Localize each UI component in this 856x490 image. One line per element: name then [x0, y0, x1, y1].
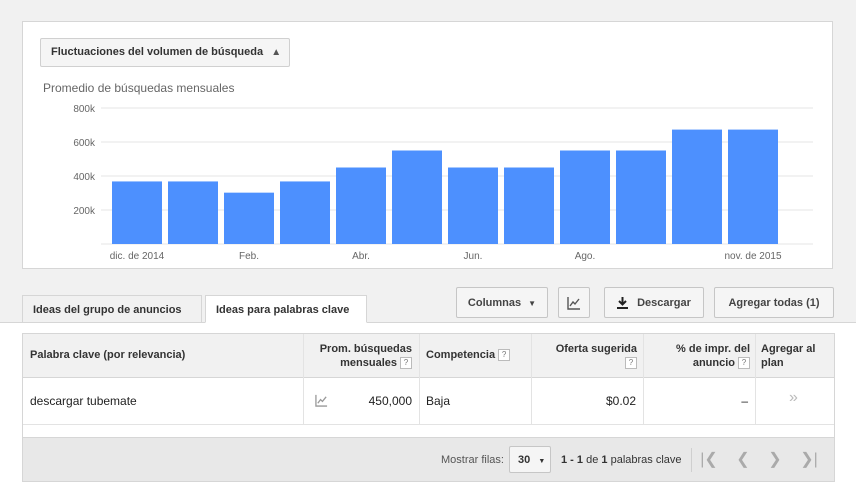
- bar-9[interactable]: [616, 150, 666, 245]
- chart-toggle-button[interactable]: [558, 287, 590, 318]
- help-icon[interactable]: ?: [400, 357, 412, 370]
- add-all-label: Agregar todas (1): [728, 297, 820, 309]
- rows-value: 30: [518, 454, 531, 466]
- header-ad-impr-share[interactable]: % de impr. del anuncio?: [676, 342, 750, 370]
- y-tick-label: 200k: [73, 206, 96, 217]
- range-of: de: [586, 454, 599, 466]
- y-tick-label: 800k: [73, 104, 96, 115]
- caret-down-icon: ▼: [528, 299, 537, 308]
- add-all-button[interactable]: Agregar todas (1): [714, 287, 834, 318]
- header-text: anuncio: [692, 357, 735, 369]
- header-text: Oferta sugerida: [555, 343, 637, 355]
- help-icon[interactable]: ?: [738, 357, 750, 370]
- columns-label: Columnas: [467, 297, 522, 309]
- x-tick-label: Abr.: [352, 251, 370, 262]
- tab-keyword-ideas[interactable]: Ideas para palabras clave: [205, 295, 367, 323]
- x-tick-label: dic. de 2014: [110, 251, 165, 262]
- bar-1[interactable]: [168, 181, 218, 244]
- header-text: Agregar al: [761, 343, 816, 355]
- header-text: % de impr. del: [676, 343, 750, 355]
- columns-button[interactable]: Columnas ▼: [456, 287, 548, 318]
- header-text: mensuales: [340, 357, 397, 369]
- chart-card: Fluctuaciones del volumen de búsqueda ▲ …: [22, 21, 833, 269]
- keyword-cell: descargar tubemate: [30, 394, 137, 408]
- table-header: Palabra clave (por relevancia) Prom. bús…: [23, 334, 834, 378]
- range-suffix: palabras clave: [610, 454, 682, 466]
- header-keyword[interactable]: Palabra clave (por relevancia): [30, 349, 185, 361]
- x-tick-label: Ago.: [575, 251, 596, 262]
- bar-10[interactable]: [672, 129, 722, 244]
- bar-7[interactable]: [504, 167, 554, 245]
- impr-share-cell: –: [741, 394, 748, 408]
- first-page-icon[interactable]: |❮: [695, 448, 723, 472]
- download-button[interactable]: Descargar: [604, 287, 704, 318]
- header-avg-searches[interactable]: Prom. búsquedas mensuales?: [320, 342, 412, 370]
- last-page-icon[interactable]: ❯|: [795, 448, 823, 472]
- tab-label: Ideas del grupo de anuncios: [33, 304, 182, 316]
- y-tick-label: 400k: [73, 172, 96, 183]
- header-text: Prom. búsquedas: [319, 343, 412, 355]
- search-volume-chart: 200k 400k 600k 800k dic. de 2014 Feb. Abr. Jun.…: [73, 104, 813, 262]
- header-suggested-bid[interactable]: Oferta sugerida ?: [556, 342, 637, 370]
- bar-0[interactable]: [112, 181, 162, 244]
- prev-page-icon[interactable]: ❮: [729, 448, 757, 472]
- range-bold: 1 - 1: [561, 454, 584, 466]
- help-icon[interactable]: ?: [498, 349, 511, 362]
- pagination-bar: Mostrar filas: 30 ▼ 1 - 1 de 1 palabras …: [22, 438, 835, 482]
- y-tick-label: 600k: [73, 138, 96, 149]
- bar-3[interactable]: [280, 181, 330, 244]
- bar-5[interactable]: [392, 150, 442, 245]
- add-to-plan-icon[interactable]: »: [789, 389, 798, 407]
- bar-8[interactable]: [560, 150, 610, 245]
- bid-cell: $0.02: [605, 394, 636, 408]
- searches-cell: 450,000: [368, 394, 412, 408]
- x-tick-label: Jun.: [464, 251, 483, 262]
- tab-ad-group-ideas[interactable]: Ideas del grupo de anuncios: [22, 295, 202, 323]
- x-tick-label: Feb.: [239, 251, 259, 262]
- header-text: plan: [761, 357, 784, 369]
- download-icon: [617, 297, 629, 310]
- help-icon[interactable]: ?: [625, 357, 637, 370]
- next-page-icon[interactable]: ❯: [761, 448, 789, 472]
- download-label: Descargar: [637, 297, 691, 309]
- line-chart-icon: [567, 297, 580, 310]
- rows-per-page-select[interactable]: 30 ▼: [509, 446, 551, 473]
- x-tick-label: nov. de 2015: [724, 251, 782, 262]
- keyword-table: Palabra clave (por relevancia) Prom. bús…: [22, 333, 835, 438]
- bar-2[interactable]: [224, 192, 274, 244]
- caret-down-icon: ▼: [538, 458, 546, 465]
- header-competition[interactable]: Competencia?: [426, 349, 511, 362]
- header-text: Competencia: [426, 349, 496, 361]
- bar-6[interactable]: [448, 167, 498, 245]
- bar-11[interactable]: [728, 129, 778, 244]
- competition-cell: Baja: [426, 394, 451, 408]
- range-text: 1 - 1 de 1 palabras clave: [561, 438, 682, 482]
- range-total: 1: [601, 454, 608, 466]
- trend-chart-icon[interactable]: [315, 394, 328, 407]
- show-rows-label: Mostrar filas:: [441, 454, 504, 466]
- divider: [691, 448, 692, 472]
- bar-4[interactable]: [336, 167, 386, 245]
- header-add-to-plan: Agregar al plan: [761, 342, 815, 370]
- table-row: descargar tubemate 450,000 Baja $0.02 – …: [23, 377, 834, 425]
- tab-label: Ideas para palabras clave: [216, 304, 350, 316]
